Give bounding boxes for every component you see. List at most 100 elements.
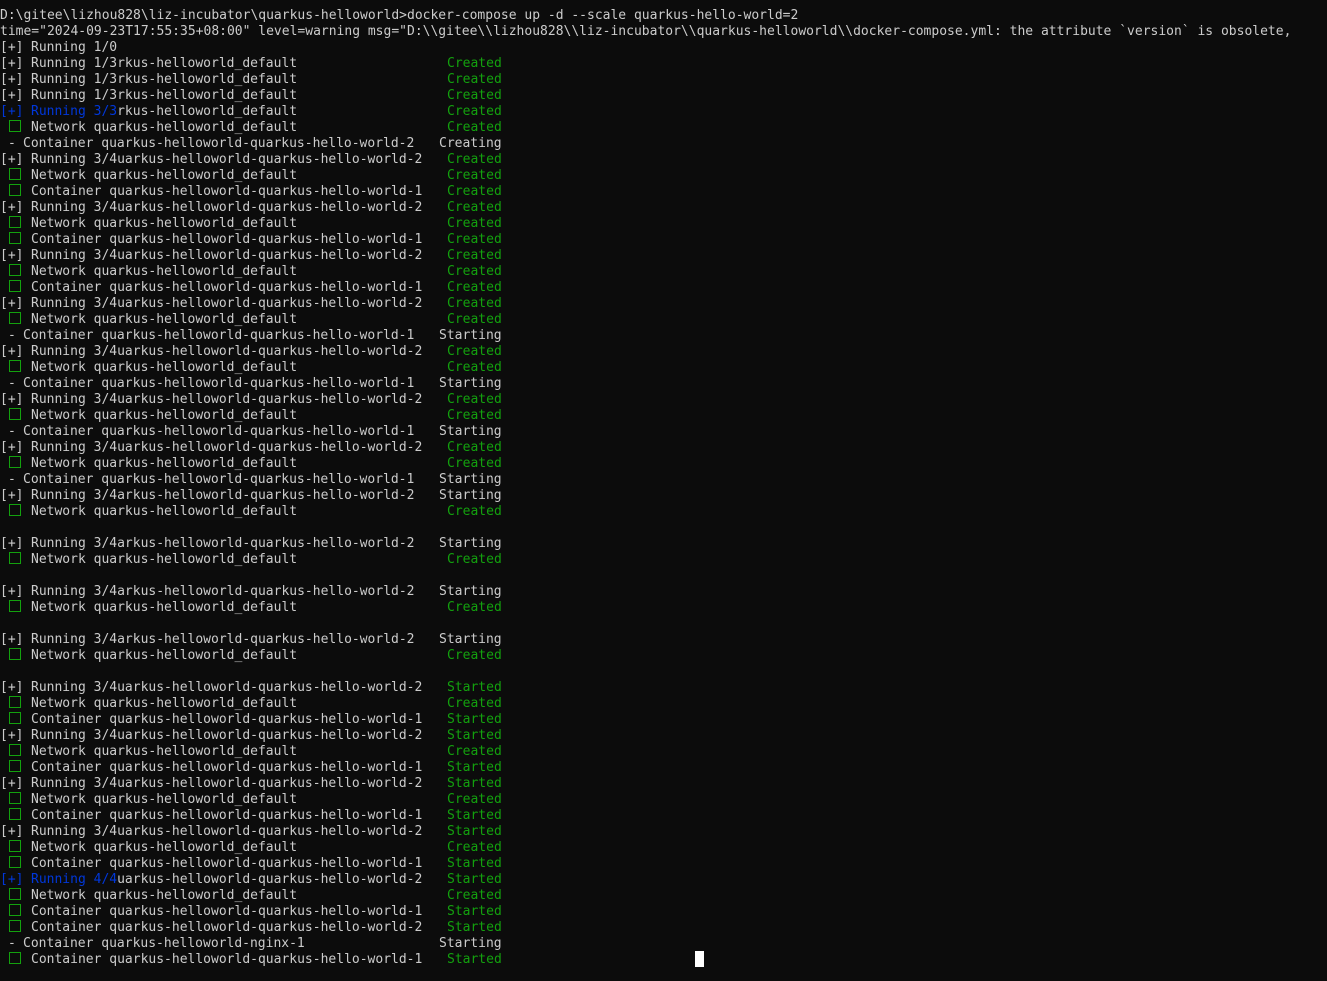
status-text: Created: [447, 168, 502, 183]
plus-bracket-icon: [+]: [0, 344, 24, 359]
green-square-icon: [9, 920, 21, 932]
status-text: Created: [447, 248, 502, 263]
plus-bracket-icon: [+]: [0, 536, 24, 551]
plus-bracket-icon: [+]: [0, 584, 24, 599]
line-text: Container quarkus-helloworld-quarkus-hel…: [31, 952, 423, 967]
line-text: Running 3/4arkus-helloworld-quarkus-hell…: [31, 488, 415, 503]
status-text: Created: [447, 56, 502, 71]
line-text: Running 3/4uarkus-helloworld-quarkus-hel…: [31, 344, 423, 359]
green-square-icon: [9, 792, 21, 804]
status-text: Created: [447, 280, 502, 295]
line-text: Network quarkus-helloworld_default: [31, 360, 298, 375]
warning-line: time="2024-09-23T17:55:35+08:00" level=w…: [0, 24, 1292, 39]
green-square-icon: [9, 952, 21, 964]
line-text: Running 3/4uarkus-helloworld-quarkus-hel…: [31, 680, 423, 695]
output-line: [+] Running 3/4uarkus-helloworld-quarkus-…: [0, 680, 502, 696]
output-line: Network quarkus-helloworld_default Create…: [0, 312, 502, 328]
green-square-icon: [9, 456, 21, 468]
green-square-icon: [9, 408, 21, 420]
progress-text: Running 4/4: [31, 872, 118, 887]
line-text: Container quarkus-helloworld-nginx-1: [23, 936, 305, 951]
plus-bracket-icon: [+]: [0, 440, 24, 455]
status-text: Created: [447, 200, 502, 215]
output-line: [+] Running 3/4arkus-helloworld-quarkus-h…: [0, 488, 502, 504]
status-text: Starting: [439, 936, 502, 951]
output-line: [+] Running 3/4uarkus-helloworld-quarkus-…: [0, 152, 502, 168]
green-square-icon: [9, 744, 21, 756]
output-line: Network quarkus-helloworld_default Create…: [0, 216, 502, 232]
green-square-icon: [9, 264, 21, 276]
line-text: Network quarkus-helloworld_default: [31, 792, 298, 807]
status-text: Starting: [439, 472, 502, 487]
green-square-icon: [9, 840, 21, 852]
status-text: Created: [447, 88, 502, 103]
line-text: Container quarkus-helloworld-quarkus-hel…: [31, 712, 423, 727]
output-line: Network quarkus-helloworld_default Create…: [0, 648, 502, 664]
line-text: Running 1/3rkus-helloworld_default: [31, 72, 298, 87]
output-line: [+] Running 1/3rkus-helloworld_default Cre…: [0, 56, 502, 72]
line-text: Container quarkus-helloworld-quarkus-hel…: [23, 424, 415, 439]
output-line: [+] Running 3/4arkus-helloworld-quarkus-h…: [0, 536, 502, 552]
output-line: [+] Running 3/4uarkus-helloworld-quarkus-…: [0, 824, 502, 840]
green-square-icon: [9, 280, 21, 292]
line-text: Running 3/4uarkus-helloworld-quarkus-hel…: [31, 200, 423, 215]
status-text: Starting: [439, 488, 502, 503]
dash-icon: -: [8, 328, 16, 343]
status-text: Created: [447, 600, 502, 615]
status-text: Creating: [439, 136, 502, 151]
plus-bracket-icon: [+]: [0, 872, 24, 887]
output-line: Container quarkus-helloworld-quarkus-hel…: [0, 232, 502, 248]
output-line: Container quarkus-helloworld-quarkus-hel…: [0, 712, 502, 728]
output-line: [+] Running 1/3rkus-helloworld_default Cre…: [0, 88, 502, 104]
status-text: Created: [447, 72, 502, 87]
plus-bracket-icon: [+]: [0, 72, 24, 87]
status-text: Started: [447, 856, 502, 871]
progress-text: Running 3/3: [31, 104, 118, 119]
plus-bracket-icon: [+]: [0, 248, 24, 263]
plus-bracket-icon: [+]: [0, 56, 24, 71]
output-line: Container quarkus-helloworld-quarkus-hel…: [0, 920, 502, 936]
output-line: - Container quarkus-helloworld-nginx-1 Sta…: [0, 936, 502, 952]
line-text: Network quarkus-helloworld_default: [31, 456, 298, 471]
line-text: Running 3/4uarkus-helloworld-quarkus-hel…: [31, 152, 423, 167]
line-text: Container quarkus-helloworld-quarkus-hel…: [31, 856, 423, 871]
plus-bracket-icon: [+]: [0, 152, 24, 167]
green-square-icon: [9, 552, 21, 564]
plus-bracket-icon: [+]: [0, 728, 24, 743]
output-line: Network quarkus-helloworld_default Create…: [0, 552, 502, 568]
output-line: [+] Running 3/4uarkus-helloworld-quarkus-…: [0, 344, 502, 360]
output-line: [+] Running 3/4uarkus-helloworld-quarkus-…: [0, 440, 502, 456]
status-text: Created: [447, 344, 502, 359]
status-text: Created: [447, 504, 502, 519]
line-text: Running 3/4uarkus-helloworld-quarkus-hel…: [31, 728, 423, 743]
status-text: Created: [447, 120, 502, 135]
plus-bracket-icon: [+]: [0, 488, 24, 503]
overlap-text: uarkus-helloworld-quarkus-hello-world-2: [117, 872, 423, 887]
line-text: Running 3/4arkus-helloworld-quarkus-hell…: [31, 536, 415, 551]
green-square-icon: [9, 312, 21, 324]
status-text: Created: [447, 360, 502, 375]
output-line: Network quarkus-helloworld_default Create…: [0, 264, 502, 280]
output-line: [+] Running 4/4uarkus-helloworld-quarkus-…: [0, 872, 502, 888]
status-text: Created: [447, 392, 502, 407]
output-line: Network quarkus-helloworld_default Create…: [0, 456, 502, 472]
output-line: - Container quarkus-helloworld-quarkus-he…: [0, 136, 502, 152]
status-text: Starting: [439, 536, 502, 551]
plus-bracket-icon: [+]: [0, 824, 24, 839]
line-text: Network quarkus-helloworld_default: [31, 888, 298, 903]
terminal-window[interactable]: D:\gitee\lizhou828\liz-incubator\quarkus…: [0, 0, 1327, 981]
line-text: Running 3/3rkus-helloworld_default: [31, 104, 297, 120]
status-text: Created: [447, 216, 502, 231]
output-line: [+] Running 3/4uarkus-helloworld-quarkus-…: [0, 728, 502, 744]
line-text: Container quarkus-helloworld-quarkus-hel…: [31, 232, 423, 247]
line-text: Running 4/4uarkus-helloworld-quarkus-hel…: [31, 872, 422, 888]
status-text: Created: [447, 648, 502, 663]
status-text: Created: [447, 152, 502, 167]
line-text: Running 3/4arkus-helloworld-quarkus-hell…: [31, 584, 415, 599]
line-text: Network quarkus-helloworld_default: [31, 408, 298, 423]
line-text: Container quarkus-helloworld-quarkus-hel…: [31, 920, 423, 935]
output-line: [+] Running 1/3rkus-helloworld_default Cre…: [0, 72, 502, 88]
status-text: Started: [447, 728, 502, 743]
output-line: [+] Running 3/4arkus-helloworld-quarkus-h…: [0, 632, 502, 648]
output-line: - Container quarkus-helloworld-quarkus-he…: [0, 328, 502, 344]
